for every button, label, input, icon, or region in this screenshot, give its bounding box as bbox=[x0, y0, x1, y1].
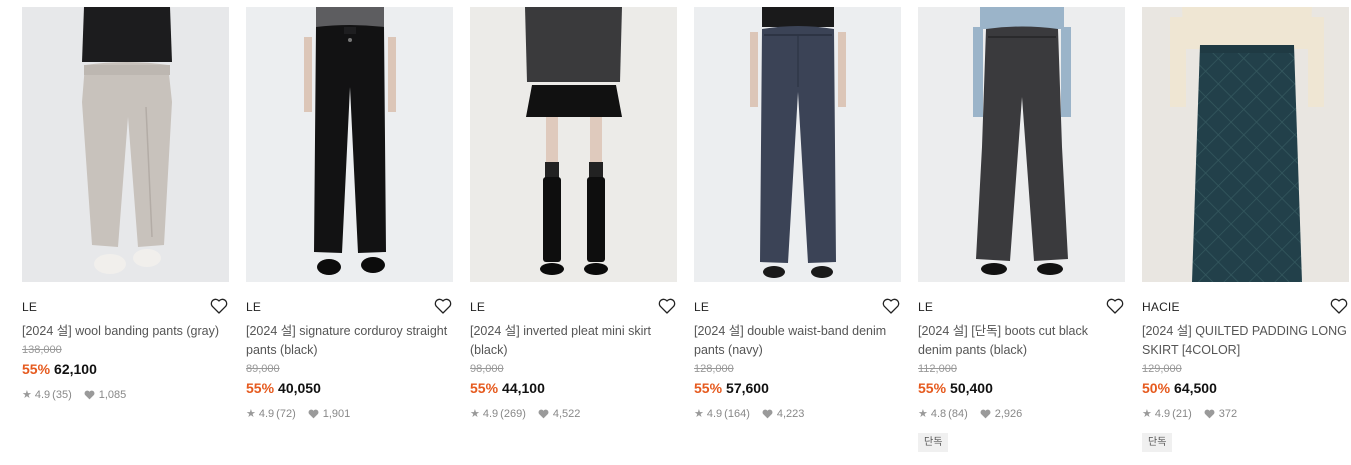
product-card[interactable]: HACIE [2024 설] QUILTED PADDING LONG SKIR… bbox=[1142, 7, 1349, 457]
product-image[interactable] bbox=[1142, 7, 1349, 282]
review-count: (72) bbox=[276, 408, 296, 420]
discount-rate: 55% bbox=[470, 380, 499, 396]
sale-price: 44,100 bbox=[502, 380, 545, 396]
rating-value: 4.9 bbox=[706, 408, 723, 420]
like-count: 4,223 bbox=[776, 408, 805, 420]
product-stats: ★ 4.9 (72) 1,901 bbox=[246, 407, 453, 421]
sale-price: 40,050 bbox=[278, 380, 321, 396]
wishlist-heart-icon[interactable] bbox=[657, 296, 677, 316]
brand-name[interactable]: LE bbox=[918, 300, 933, 314]
product-card[interactable]: LE [2024 설] wool banding pants (gray) 13… bbox=[22, 7, 229, 457]
rating-value: 4.9 bbox=[1154, 408, 1171, 420]
likes-heart-icon bbox=[84, 390, 95, 400]
review-count: (21) bbox=[1172, 408, 1192, 420]
original-price: 128,000 bbox=[694, 363, 734, 375]
review-count: (35) bbox=[52, 389, 72, 401]
review-count: (269) bbox=[500, 408, 526, 420]
product-image[interactable] bbox=[246, 7, 453, 282]
discount-rate: 50% bbox=[1142, 380, 1171, 396]
like-count: 4,522 bbox=[552, 408, 581, 420]
sale-price: 57,600 bbox=[726, 380, 769, 396]
likes-heart-icon bbox=[1204, 409, 1215, 419]
brand-name[interactable]: LE bbox=[470, 300, 485, 314]
original-price: 129,000 bbox=[1142, 363, 1182, 375]
product-stats: ★ 4.9 (269) 4,522 bbox=[470, 407, 677, 421]
discount-rate: 55% bbox=[246, 380, 275, 396]
original-price: 98,000 bbox=[470, 363, 504, 375]
wishlist-heart-icon[interactable] bbox=[1105, 296, 1125, 316]
exclusive-badge: 단독 bbox=[1142, 433, 1173, 452]
star-icon: ★ bbox=[1142, 408, 1152, 420]
price-row: 55% 57,600 bbox=[694, 379, 901, 397]
product-grid: LE [2024 설] wool banding pants (gray) 13… bbox=[0, 0, 1351, 465]
wishlist-heart-icon[interactable] bbox=[1329, 296, 1349, 316]
likes-heart-icon bbox=[308, 409, 319, 419]
product-name[interactable]: [2024 설] [단독] boots cut black denim pant… bbox=[918, 322, 1125, 360]
review-count: (164) bbox=[724, 408, 750, 420]
price-row: 55% 50,400 bbox=[918, 379, 1125, 397]
like-count: 2,926 bbox=[994, 408, 1023, 420]
exclusive-badge: 단독 bbox=[918, 433, 949, 452]
discount-rate: 55% bbox=[918, 380, 947, 396]
rating-value: 4.9 bbox=[34, 389, 51, 401]
likes-heart-icon bbox=[538, 409, 549, 419]
product-card[interactable]: LE [2024 설] [단독] boots cut black denim p… bbox=[918, 7, 1125, 457]
product-name[interactable]: [2024 설] QUILTED PADDING LONG SKIRT [4CO… bbox=[1142, 322, 1349, 360]
like-count: 1,085 bbox=[98, 389, 127, 401]
product-image[interactable] bbox=[918, 7, 1125, 282]
rating-value: 4.9 bbox=[482, 408, 499, 420]
sale-price: 50,400 bbox=[950, 380, 993, 396]
product-name[interactable]: [2024 설] signature corduroy straight pan… bbox=[246, 322, 453, 360]
review-count: (84) bbox=[948, 408, 968, 420]
star-icon: ★ bbox=[246, 408, 256, 420]
original-price: 112,000 bbox=[918, 363, 957, 375]
product-stats: ★ 4.9 (21) 372 bbox=[1142, 407, 1349, 421]
like-count: 372 bbox=[1218, 408, 1238, 420]
product-card[interactable]: LE [2024 설] double waist-band denim pant… bbox=[694, 7, 901, 457]
discount-rate: 55% bbox=[22, 361, 51, 377]
sale-price: 62,100 bbox=[54, 361, 97, 377]
rating-value: 4.8 bbox=[930, 408, 947, 420]
wishlist-heart-icon[interactable] bbox=[881, 296, 901, 316]
price-row: 50% 64,500 bbox=[1142, 379, 1349, 397]
wishlist-heart-icon[interactable] bbox=[209, 296, 229, 316]
product-stats: ★ 4.9 (35) 1,085 bbox=[22, 388, 229, 402]
price-row: 55% 40,050 bbox=[246, 379, 453, 397]
price-row: 55% 44,100 bbox=[470, 379, 677, 397]
likes-heart-icon bbox=[980, 409, 991, 419]
product-name[interactable]: [2024 설] double waist-band denim pants (… bbox=[694, 322, 901, 360]
brand-name[interactable]: HACIE bbox=[1142, 300, 1180, 314]
star-icon: ★ bbox=[22, 389, 32, 401]
product-name[interactable]: [2024 설] inverted pleat mini skirt (blac… bbox=[470, 322, 677, 360]
wishlist-heart-icon[interactable] bbox=[433, 296, 453, 316]
price-row: 55% 62,100 bbox=[22, 360, 229, 378]
product-image[interactable] bbox=[694, 7, 901, 282]
product-image[interactable] bbox=[22, 7, 229, 282]
discount-rate: 55% bbox=[694, 380, 723, 396]
original-price: 138,000 bbox=[22, 344, 62, 356]
original-price: 89,000 bbox=[246, 363, 280, 375]
star-icon: ★ bbox=[918, 408, 928, 420]
product-image[interactable] bbox=[470, 7, 677, 282]
product-card[interactable]: LE [2024 설] signature corduroy straight … bbox=[246, 7, 453, 457]
likes-heart-icon bbox=[762, 409, 773, 419]
star-icon: ★ bbox=[470, 408, 480, 420]
like-count: 1,901 bbox=[322, 408, 351, 420]
star-icon: ★ bbox=[694, 408, 704, 420]
product-stats: ★ 4.9 (164) 4,223 bbox=[694, 407, 901, 421]
product-name[interactable]: [2024 설] wool banding pants (gray) bbox=[22, 322, 229, 341]
brand-name[interactable]: LE bbox=[246, 300, 261, 314]
brand-name[interactable]: LE bbox=[694, 300, 709, 314]
product-card[interactable]: LE [2024 설] inverted pleat mini skirt (b… bbox=[470, 7, 677, 457]
product-stats: ★ 4.8 (84) 2,926 bbox=[918, 407, 1125, 421]
rating-value: 4.9 bbox=[258, 408, 275, 420]
sale-price: 64,500 bbox=[1174, 380, 1217, 396]
brand-name[interactable]: LE bbox=[22, 300, 37, 314]
